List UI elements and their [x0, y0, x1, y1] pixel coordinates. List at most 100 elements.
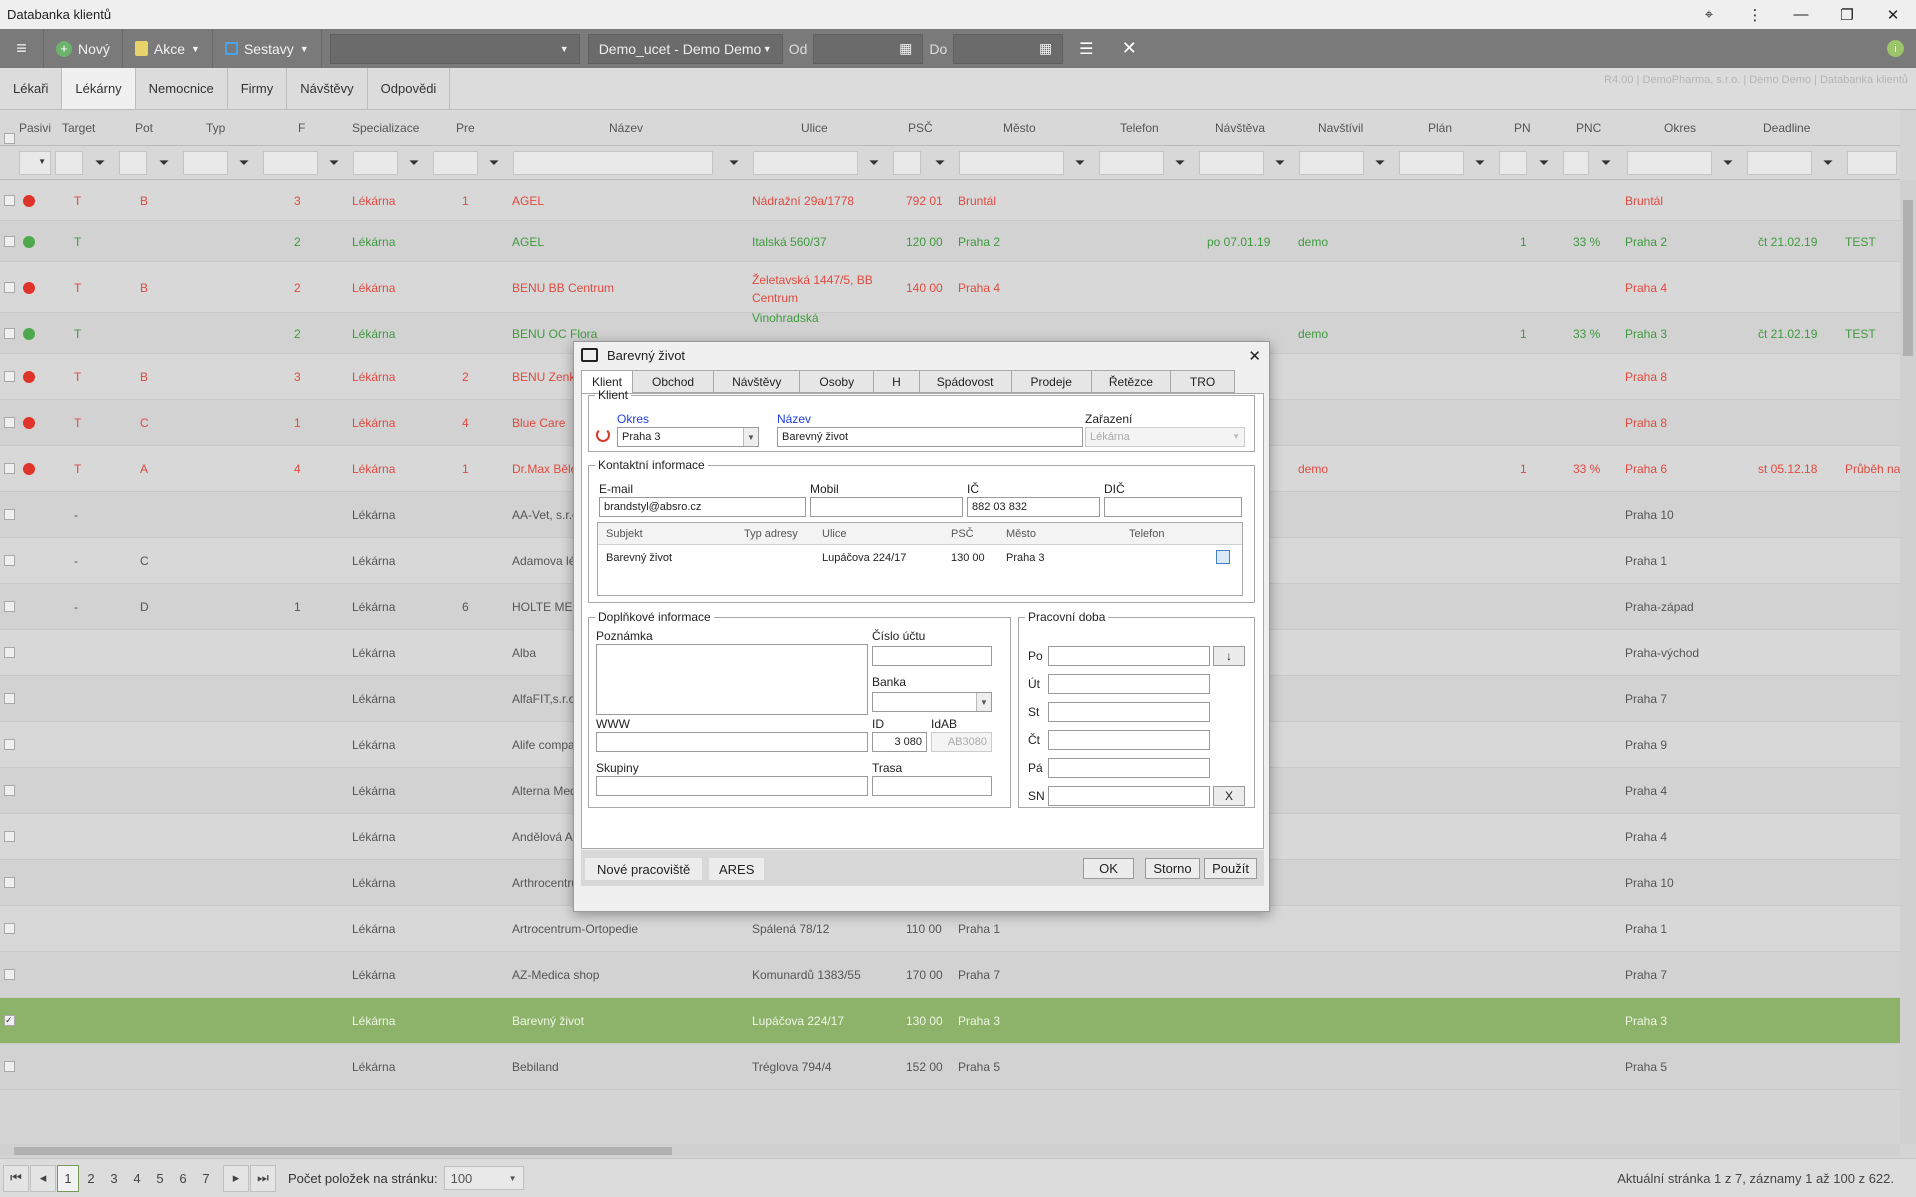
row-checkbox[interactable]	[4, 371, 15, 382]
id-input[interactable]: 3 080	[872, 732, 927, 752]
col-typ[interactable]: Typ	[206, 121, 225, 135]
horizontal-scrollbar[interactable]	[0, 1144, 1900, 1156]
address-row[interactable]: Barevný život Lupáčova 224/17 130 00 Pra…	[598, 545, 1242, 571]
filter-okres[interactable]	[1627, 151, 1712, 175]
page-3[interactable]: 3	[103, 1165, 125, 1192]
cancel-button[interactable]: Storno	[1145, 858, 1200, 879]
row-checkbox[interactable]	[4, 282, 15, 293]
filter-icon[interactable]: ⏷	[1533, 152, 1555, 174]
page-2[interactable]: 2	[80, 1165, 102, 1192]
row-checkbox[interactable]	[4, 923, 15, 934]
filter-navstivil[interactable]	[1299, 151, 1364, 175]
row-checkbox[interactable]	[4, 739, 15, 750]
col-pre[interactable]: Pre	[456, 121, 475, 135]
filter-icon[interactable]: ⏷	[323, 152, 345, 174]
filter-pn[interactable]	[1499, 151, 1527, 175]
col-f[interactable]: F	[298, 121, 305, 135]
tab-lekarny[interactable]: Lékárny	[62, 68, 136, 109]
close-window-button[interactable]: ✕	[1870, 0, 1916, 29]
vertical-scrollbar[interactable]	[1900, 180, 1916, 1144]
bank-select[interactable]: ▼	[872, 692, 992, 712]
filter-psc[interactable]	[893, 151, 921, 175]
table-row[interactable]: Lékárna Artrocentrum-Ortopedie Spálená 78/…	[0, 906, 1900, 952]
filter-pot[interactable]	[119, 151, 147, 175]
dialog-close-icon[interactable]: ✕	[1248, 347, 1261, 365]
account-select[interactable]: Demo_ucet - Demo Demo ▼	[587, 33, 783, 64]
filter-icon[interactable]: ⏷	[1169, 152, 1191, 174]
target-icon[interactable]: ⌖	[1686, 0, 1732, 29]
page-5[interactable]: 5	[149, 1165, 171, 1192]
filter-icon[interactable]: ⏷	[1069, 152, 1091, 174]
col-plan[interactable]: Plán	[1428, 121, 1452, 135]
page-7[interactable]: 7	[195, 1165, 217, 1192]
dialog-title-bar[interactable]: Barevný život ✕	[574, 342, 1269, 368]
first-page-button[interactable]: ⏮	[3, 1164, 29, 1192]
page-6[interactable]: 6	[172, 1165, 194, 1192]
row-checkbox[interactable]	[4, 601, 15, 612]
filter-icon[interactable]: ⏷	[1817, 152, 1839, 174]
www-input[interactable]	[596, 732, 868, 752]
apply-button[interactable]: Použít	[1204, 858, 1257, 879]
clear-icon[interactable]: ✕	[1109, 38, 1149, 59]
col-psc[interactable]: PSČ	[908, 121, 933, 135]
reports-button[interactable]: Sestavy ▼	[213, 29, 322, 68]
col-target[interactable]: Target	[62, 121, 95, 135]
filter-ulice[interactable]	[753, 151, 858, 175]
filter-icon[interactable]: ⏷	[1369, 152, 1391, 174]
row-checkbox[interactable]	[4, 1061, 15, 1072]
filter-pnc[interactable]	[1563, 151, 1589, 175]
col-specializace[interactable]: Specializace	[352, 121, 419, 135]
idab-input[interactable]: AB3080	[931, 732, 992, 752]
row-checkbox[interactable]	[4, 877, 15, 888]
ares-button[interactable]: ARES	[709, 858, 765, 880]
row-checkbox[interactable]	[4, 236, 15, 247]
filter-icon[interactable]: ⏷	[89, 152, 111, 174]
day-ut-input[interactable]	[1048, 674, 1210, 694]
filter-target[interactable]	[55, 151, 83, 175]
tab-nemocnice[interactable]: Nemocnice	[136, 68, 228, 109]
col-ulice[interactable]: Ulice	[801, 121, 828, 135]
day-sn-input[interactable]	[1048, 786, 1210, 806]
col-telefon[interactable]: Telefon	[1120, 121, 1159, 135]
mobil-input[interactable]	[810, 497, 963, 517]
page-1[interactable]: 1	[57, 1164, 79, 1192]
filter-icon[interactable]: ⏷	[483, 152, 505, 174]
minimize-button[interactable]: —	[1778, 0, 1824, 29]
calendar-icon[interactable]: ▦	[1039, 40, 1052, 57]
col-pn[interactable]: PN	[1514, 121, 1531, 135]
day-po-input[interactable]	[1048, 646, 1210, 666]
dic-input[interactable]	[1104, 497, 1242, 517]
groups-input[interactable]	[596, 776, 868, 796]
edit-address-icon[interactable]	[1216, 550, 1230, 564]
route-input[interactable]	[872, 776, 992, 796]
filter-lines-icon[interactable]: ☰	[1063, 39, 1109, 59]
date-from-input[interactable]: ▦	[813, 33, 924, 64]
col-pnc[interactable]: PNC	[1576, 121, 1601, 135]
filter-icon[interactable]: ⏷	[929, 152, 951, 174]
filter-icon[interactable]: ⏷	[723, 152, 745, 174]
row-checkbox[interactable]	[4, 693, 15, 704]
day-st-input[interactable]	[1048, 702, 1210, 722]
row-checkbox[interactable]: ✓	[4, 1015, 15, 1026]
actions-button[interactable]: Akce ▼	[123, 29, 213, 68]
col-navstivil[interactable]: Navštívil	[1318, 121, 1363, 135]
filter-typ[interactable]	[183, 151, 228, 175]
copy-down-button[interactable]: ↓	[1213, 646, 1245, 666]
row-checkbox[interactable]	[4, 195, 15, 206]
col-okres[interactable]: Okres	[1664, 121, 1696, 135]
row-checkbox[interactable]	[4, 463, 15, 474]
filter-icon[interactable]: ⏷	[1717, 152, 1739, 174]
page-4[interactable]: 4	[126, 1165, 148, 1192]
clear-hours-button[interactable]: X	[1213, 786, 1245, 806]
ok-button[interactable]: OK	[1083, 858, 1134, 879]
new-button[interactable]: + Nový	[44, 29, 123, 68]
filter-navsteva[interactable]	[1199, 151, 1264, 175]
col-nazev[interactable]: Název	[609, 121, 643, 135]
tab-odpovedi[interactable]: Odpovědi	[368, 68, 451, 109]
table-row[interactable]: Lékárna Bebiland Tréglova 794/4 152 00 Praha…	[0, 1044, 1900, 1090]
row-checkbox[interactable]	[4, 555, 15, 566]
date-to-input[interactable]: ▦	[953, 33, 1064, 64]
last-page-button[interactable]: ⏭	[250, 1164, 276, 1192]
filter-mesto[interactable]	[959, 151, 1064, 175]
filter-extra[interactable]	[1847, 151, 1897, 175]
